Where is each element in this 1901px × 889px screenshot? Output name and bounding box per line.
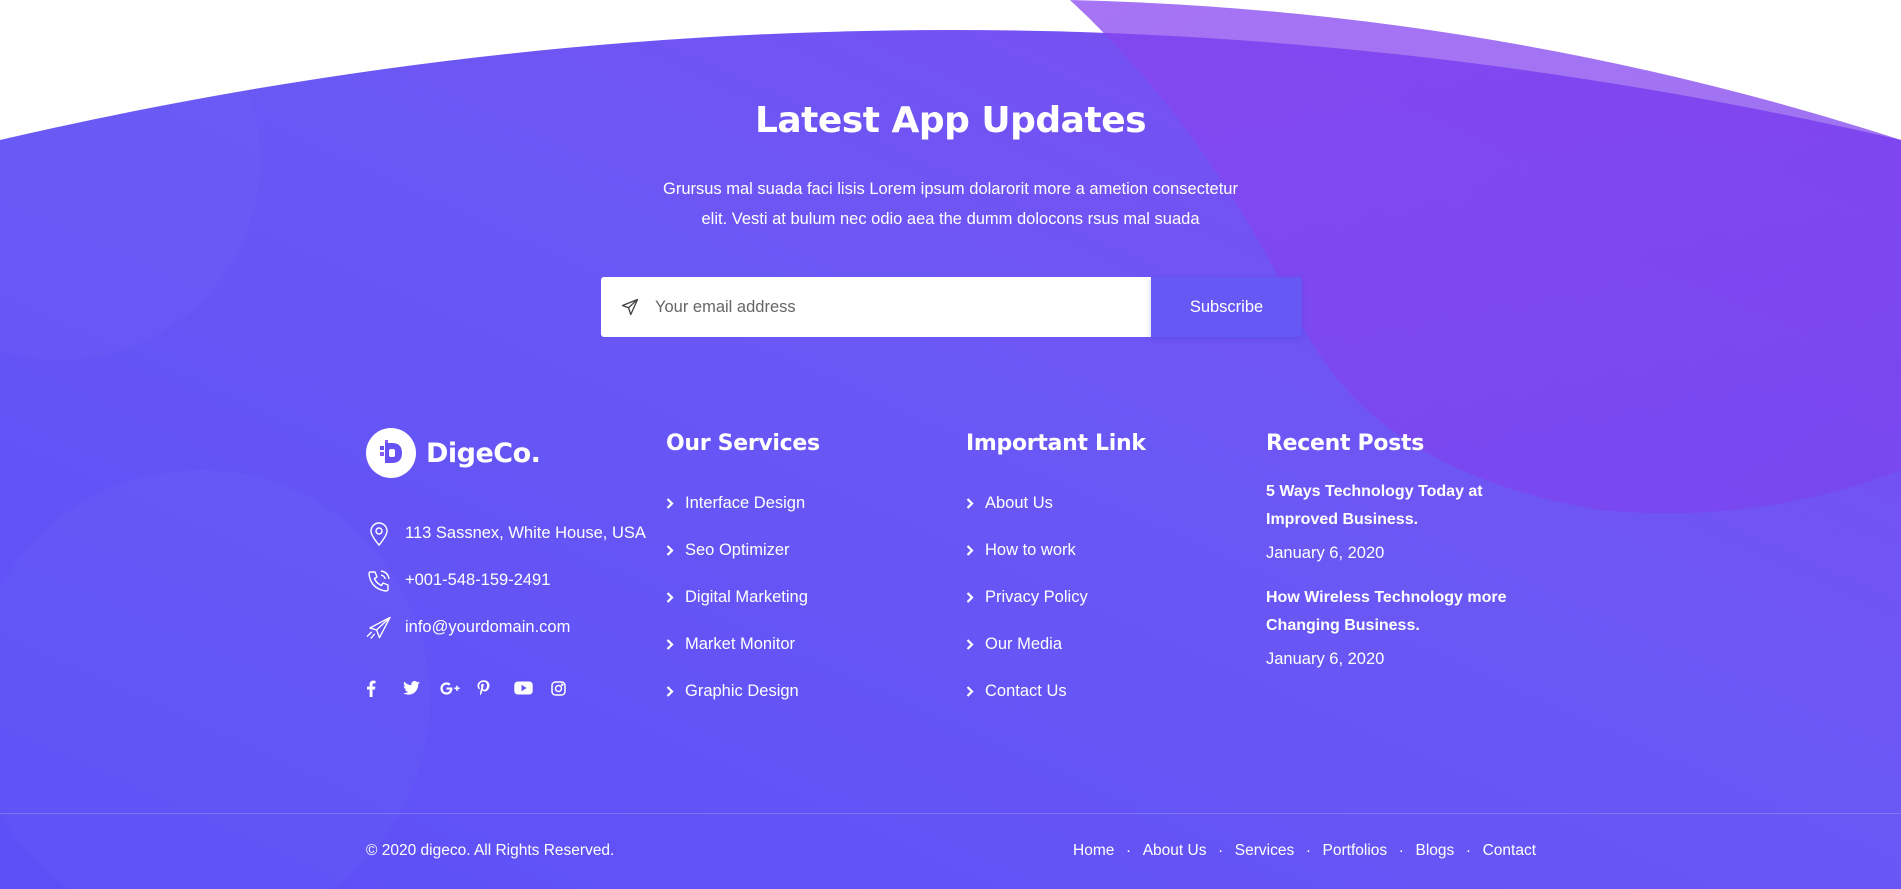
- bottom-nav-about[interactable]: About Us: [1143, 842, 1207, 860]
- chevron-right-icon: [966, 592, 985, 603]
- digeco-logo-icon: [366, 428, 416, 478]
- services-link-label: Market Monitor: [685, 635, 796, 653]
- email-input[interactable]: [655, 297, 1115, 317]
- chevron-right-icon: [666, 545, 685, 556]
- phone-icon: [366, 568, 391, 593]
- services-link-label: Graphic Design: [685, 682, 799, 700]
- nav-separator: .: [1218, 839, 1223, 856]
- chevron-right-icon: [666, 498, 685, 509]
- important-link-label: Contact Us: [985, 682, 1067, 700]
- bottom-nav-contact[interactable]: Contact: [1483, 842, 1536, 860]
- nav-separator: .: [1306, 839, 1311, 856]
- chevron-right-icon: [666, 592, 685, 603]
- email-field-wrapper: [601, 277, 1151, 337]
- contact-address: 113 Sassnex, White House, USA: [366, 510, 646, 557]
- important-link-label: Privacy Policy: [985, 588, 1088, 606]
- services-list: Interface Design Seo Optimizer Digital M…: [666, 480, 946, 715]
- footer-important-links-column: Important Link About Us How to work Priv…: [966, 428, 1246, 715]
- services-link-label: Digital Marketing: [685, 588, 808, 606]
- subscribe-form: Subscribe: [601, 277, 1302, 337]
- newsletter-description: Grursus mal suada faci lisis Lorem ipsum…: [663, 180, 1238, 228]
- important-links-list: About Us How to work Privacy Policy Our …: [966, 480, 1246, 715]
- recent-post: How Wireless Technology more Changing Bu…: [1266, 584, 1526, 669]
- important-link[interactable]: Our Media: [966, 621, 1246, 668]
- bottom-nav-portfolios[interactable]: Portfolios: [1323, 842, 1388, 860]
- recent-posts-title: Recent Posts: [1266, 431, 1425, 456]
- chevron-right-icon: [966, 639, 985, 650]
- chevron-right-icon: [966, 498, 985, 509]
- instagram-icon[interactable]: [551, 677, 588, 699]
- services-link[interactable]: Seo Optimizer: [666, 527, 946, 574]
- contact-phone-text[interactable]: +001-548-159-2491: [405, 571, 550, 590]
- twitter-icon[interactable]: [403, 677, 440, 699]
- chevron-right-icon: [966, 686, 985, 697]
- map-pin-icon: [366, 521, 391, 546]
- recent-post-date: January 6, 2020: [1266, 544, 1385, 562]
- paper-plane-icon: [621, 298, 639, 316]
- recent-post-date: January 6, 2020: [1266, 650, 1385, 668]
- important-link-label: How to work: [985, 541, 1076, 559]
- footer-recent-posts-column: Recent Posts 5 Ways Technology Today at …: [1266, 428, 1546, 669]
- nav-separator: .: [1126, 839, 1131, 856]
- bottom-nav-services[interactable]: Services: [1235, 842, 1294, 860]
- footer-about-column: DigeCo. 113 Sassnex, White House, USA +0…: [366, 428, 646, 699]
- bottom-nav-blogs[interactable]: Blogs: [1415, 842, 1454, 860]
- pinterest-icon[interactable]: [477, 677, 514, 699]
- recent-post: 5 Ways Technology Today at Improved Busi…: [1266, 478, 1526, 563]
- important-link[interactable]: How to work: [966, 527, 1246, 574]
- bottom-nav-home[interactable]: Home: [1073, 842, 1114, 860]
- contact-email: info@yourdomain.com: [366, 604, 646, 651]
- important-link-label: Our Media: [985, 635, 1063, 653]
- bottom-nav: Home . About Us . Services . Portfolios …: [1073, 839, 1536, 860]
- chevron-right-icon: [666, 639, 685, 650]
- youtube-icon[interactable]: [514, 677, 551, 699]
- social-links: [366, 677, 646, 699]
- brand[interactable]: DigeCo.: [366, 428, 646, 478]
- contact-email-text[interactable]: info@yourdomain.com: [405, 618, 570, 637]
- services-link-label: Interface Design: [685, 494, 806, 512]
- services-title: Our Services: [666, 431, 820, 456]
- subscribe-button[interactable]: Subscribe: [1151, 277, 1302, 337]
- services-link[interactable]: Graphic Design: [666, 668, 946, 715]
- google-plus-icon[interactable]: [440, 677, 477, 699]
- paper-plane-icon: [366, 615, 391, 640]
- important-link[interactable]: Contact Us: [966, 668, 1246, 715]
- contact-list: 113 Sassnex, White House, USA +001-548-1…: [366, 510, 646, 651]
- chevron-right-icon: [966, 545, 985, 556]
- recent-post-title[interactable]: 5 Ways Technology Today at Improved Busi…: [1266, 478, 1526, 534]
- chevron-right-icon: [666, 686, 685, 697]
- footer-services-column: Our Services Interface Design Seo Optimi…: [666, 428, 946, 715]
- nav-separator: .: [1399, 839, 1404, 856]
- footer-divider: [0, 813, 1901, 814]
- contact-address-text: 113 Sassnex, White House, USA: [405, 524, 646, 542]
- brand-name: DigeCo.: [426, 437, 541, 469]
- newsletter-title: Latest App Updates: [754, 100, 1147, 141]
- copyright-text: © 2020 digeco. All Rights Reserved.: [366, 842, 615, 859]
- important-link-label: About Us: [985, 494, 1053, 512]
- important-link[interactable]: About Us: [966, 480, 1246, 527]
- services-link[interactable]: Market Monitor: [666, 621, 946, 668]
- services-link-label: Seo Optimizer: [685, 541, 790, 559]
- important-links-title: Important Link: [966, 431, 1146, 456]
- services-link[interactable]: Interface Design: [666, 480, 946, 527]
- nav-separator: .: [1466, 839, 1471, 856]
- facebook-icon[interactable]: [366, 677, 403, 699]
- contact-phone: +001-548-159-2491: [366, 557, 646, 604]
- important-link[interactable]: Privacy Policy: [966, 574, 1246, 621]
- services-link[interactable]: Digital Marketing: [666, 574, 946, 621]
- recent-post-title[interactable]: How Wireless Technology more Changing Bu…: [1266, 584, 1526, 640]
